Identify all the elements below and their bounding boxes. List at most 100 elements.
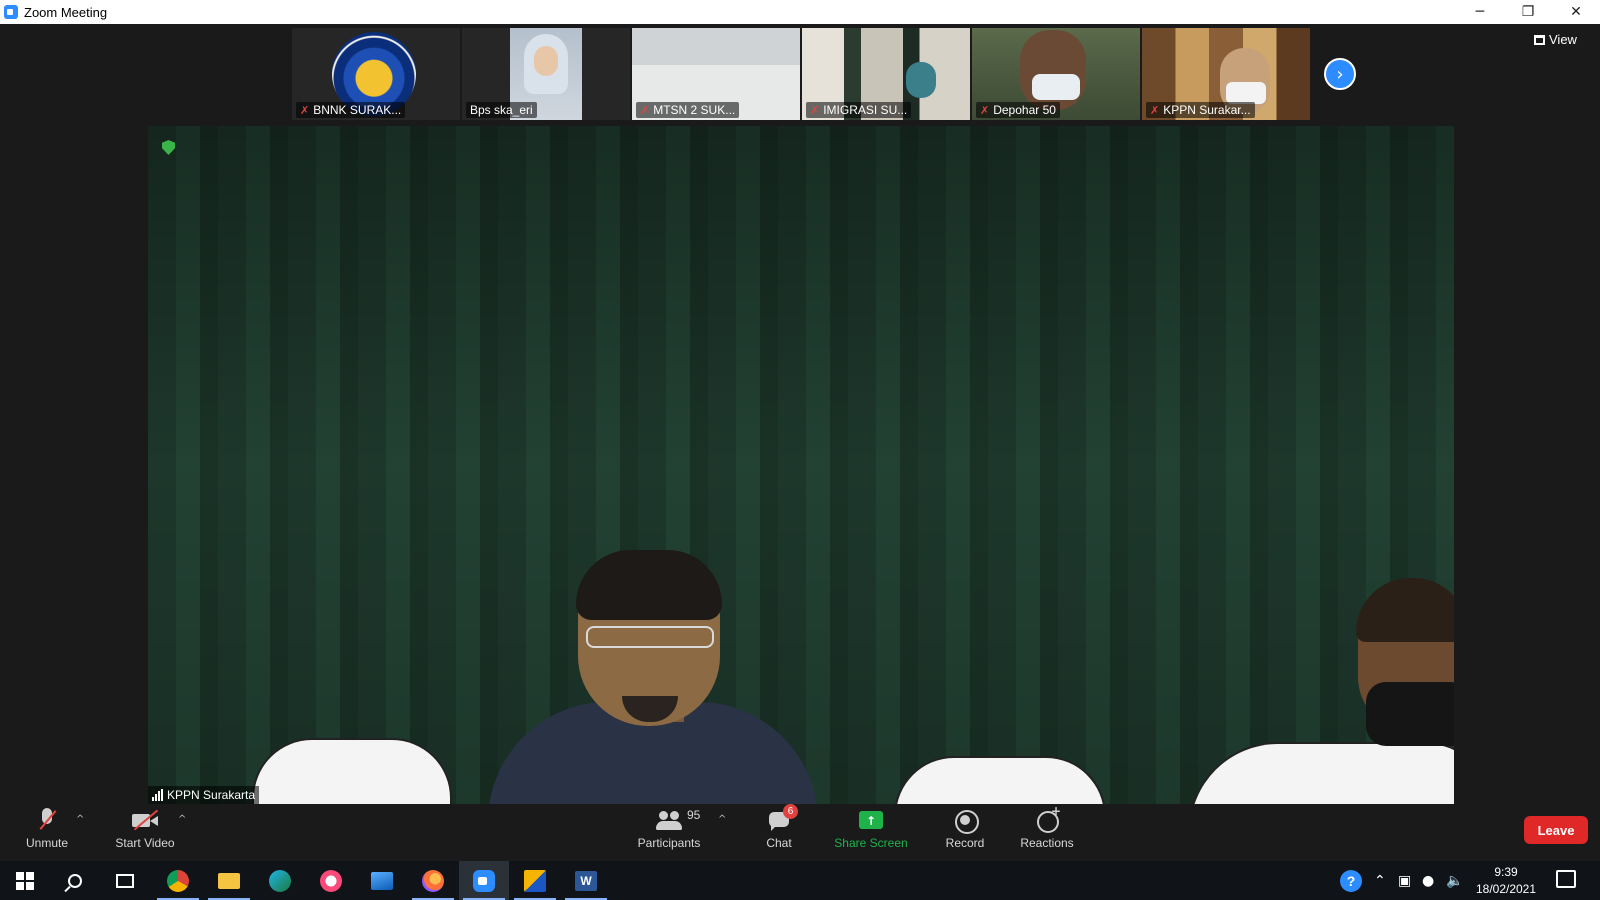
participant-name-tag: ✗ Depohar 50 bbox=[976, 102, 1060, 118]
taskbar-zoom[interactable] bbox=[459, 861, 509, 900]
task-view-icon bbox=[116, 873, 134, 888]
share-screen-button[interactable]: ↑ Share Screen bbox=[826, 806, 916, 850]
help-icon[interactable]: ? bbox=[1340, 870, 1362, 892]
participant-name: Bps ska_eri bbox=[470, 103, 533, 117]
window-titlebar: Zoom Meeting ─ ❐ ✕ bbox=[0, 0, 1600, 24]
microphone-muted-icon bbox=[33, 806, 61, 834]
participants-icon: 95 bbox=[655, 806, 700, 834]
firefox-icon bbox=[422, 869, 444, 892]
participant-thumbnail[interactable]: ✗ KPPN Surakar... bbox=[1142, 28, 1310, 120]
task-view-button[interactable] bbox=[100, 861, 150, 900]
taskbar-firefox[interactable] bbox=[408, 861, 458, 900]
participant-thumbnail[interactable]: ✗ MTSN 2 SUK... bbox=[632, 28, 800, 120]
taskbar-word[interactable]: W bbox=[561, 861, 611, 900]
app-icon bbox=[524, 869, 546, 892]
search-icon bbox=[68, 873, 82, 888]
video-options-caret-icon[interactable]: ^ bbox=[178, 814, 186, 825]
windows-taskbar: W ? ⌃ ▣ ● 🔈 9:39 18/02/2021 bbox=[0, 861, 1600, 900]
muted-mic-icon: ✗ bbox=[810, 103, 820, 117]
participants-count: 95 bbox=[687, 808, 701, 822]
notifications-icon[interactable] bbox=[1556, 870, 1576, 888]
chevron-right-icon: › bbox=[1336, 63, 1344, 85]
record-label: Record bbox=[945, 836, 985, 850]
participant-name-tag: ✗ BNNK SURAK... bbox=[296, 102, 406, 118]
taskbar-chrome[interactable] bbox=[153, 861, 203, 900]
music-icon bbox=[320, 869, 342, 892]
participant-face bbox=[534, 46, 558, 76]
meeting-area: ✗ BNNK SURAK... Bps ska_eri ✗ MTSN 2 SUK… bbox=[0, 24, 1600, 804]
audio-options-caret-icon[interactable]: ^ bbox=[76, 814, 84, 825]
face-mask bbox=[1226, 82, 1266, 104]
participants-button[interactable]: 95 Participants bbox=[624, 806, 714, 850]
smiley-plus-icon bbox=[1033, 804, 1061, 834]
chat-button[interactable]: 6 Chat bbox=[734, 804, 824, 850]
unmute-label: Unmute bbox=[25, 836, 69, 850]
meeting-toolbar: Unmute ^ Start Video ^ 95 Participants ^… bbox=[0, 804, 1600, 861]
participant-thumbnail[interactable]: ✗ BNNK SURAK... bbox=[292, 28, 460, 120]
active-speaker-video[interactable]: KPPN Surakarta bbox=[148, 126, 1454, 804]
participant-name-tag: ✗ KPPN Surakar... bbox=[1146, 102, 1255, 118]
reactions-label: Reactions bbox=[1020, 836, 1074, 850]
speaker-glasses bbox=[586, 626, 714, 648]
video-camera-off-icon bbox=[131, 806, 159, 834]
start-button[interactable] bbox=[0, 861, 50, 900]
word-icon: W bbox=[575, 870, 597, 891]
leave-button[interactable]: Leave bbox=[1524, 816, 1588, 844]
muted-mic-icon: ✗ bbox=[980, 103, 990, 117]
next-page-button[interactable]: › bbox=[1324, 58, 1356, 90]
start-video-label: Start Video bbox=[115, 836, 175, 850]
minimize-button[interactable]: ─ bbox=[1456, 0, 1504, 24]
reactions-button[interactable]: Reactions bbox=[1002, 804, 1092, 850]
face-mask bbox=[1366, 682, 1454, 746]
microphone-tray-icon[interactable]: ● bbox=[1422, 861, 1434, 900]
muted-mic-icon: ✗ bbox=[1150, 103, 1160, 117]
participant-head bbox=[906, 62, 936, 98]
taskbar-itunes[interactable] bbox=[306, 861, 356, 900]
gallery-strip: ✗ BNNK SURAK... Bps ska_eri ✗ MTSN 2 SUK… bbox=[292, 28, 1310, 120]
participant-name: Depohar 50 bbox=[993, 103, 1056, 117]
chair bbox=[894, 756, 1106, 804]
muted-mic-icon: ✗ bbox=[640, 103, 650, 117]
window-title: Zoom Meeting bbox=[24, 4, 108, 20]
close-button[interactable]: ✕ bbox=[1552, 0, 1600, 24]
participants-options-caret-icon[interactable]: ^ bbox=[718, 814, 726, 825]
clock-date: 18/02/2021 bbox=[1475, 882, 1537, 896]
start-video-button[interactable]: Start Video bbox=[100, 806, 190, 850]
search-button[interactable] bbox=[50, 861, 100, 900]
signal-strength-icon bbox=[152, 788, 163, 801]
participant-name-tag: Bps ska_eri bbox=[466, 102, 537, 118]
face-mask bbox=[1032, 74, 1080, 100]
system-clock[interactable]: 9:39 18/02/2021 bbox=[1464, 864, 1548, 898]
restore-button[interactable]: ❐ bbox=[1504, 0, 1552, 24]
share-screen-icon: ↑ bbox=[857, 806, 885, 834]
zoom-icon bbox=[473, 869, 495, 892]
show-hidden-icons-chevron-icon[interactable]: ⌃ bbox=[1374, 861, 1386, 900]
participant-name-tag: ✗ MTSN 2 SUK... bbox=[636, 102, 740, 118]
taskbar-file-explorer[interactable] bbox=[204, 861, 254, 900]
volume-icon[interactable]: 🔈 bbox=[1446, 861, 1463, 900]
edge-icon bbox=[269, 869, 291, 892]
gallery-view-icon bbox=[1534, 34, 1545, 45]
participant-thumbnail[interactable]: ✗ Depohar 50 bbox=[972, 28, 1140, 120]
taskbar-photos[interactable] bbox=[357, 861, 407, 900]
participant-thumbnail[interactable]: Bps ska_eri bbox=[462, 28, 630, 120]
device-icon[interactable]: ▣ bbox=[1398, 861, 1411, 900]
participant-name: IMIGRASI SU... bbox=[823, 103, 908, 117]
participant-name: MTSN 2 SUK... bbox=[653, 103, 736, 117]
taskbar-edge[interactable] bbox=[255, 861, 305, 900]
taskbar-app[interactable] bbox=[510, 861, 560, 900]
chair bbox=[252, 738, 452, 804]
photos-icon bbox=[371, 871, 393, 890]
chat-bubble-icon: 6 bbox=[765, 804, 798, 834]
participants-label: Participants bbox=[637, 836, 701, 850]
participant-thumbnail[interactable]: ✗ IMIGRASI SU... bbox=[802, 28, 970, 120]
share-screen-label: Share Screen bbox=[834, 836, 908, 850]
record-button[interactable]: Record bbox=[920, 806, 1010, 850]
video-shading bbox=[148, 126, 1454, 804]
windows-logo-icon bbox=[16, 871, 34, 890]
view-button[interactable]: View bbox=[1534, 32, 1577, 47]
speaker-name: KPPN Surakarta bbox=[167, 788, 256, 802]
participant-name: BNNK SURAK... bbox=[313, 103, 402, 117]
window-controls: ─ ❐ ✕ bbox=[1456, 0, 1600, 24]
unmute-button[interactable]: Unmute bbox=[2, 806, 92, 850]
